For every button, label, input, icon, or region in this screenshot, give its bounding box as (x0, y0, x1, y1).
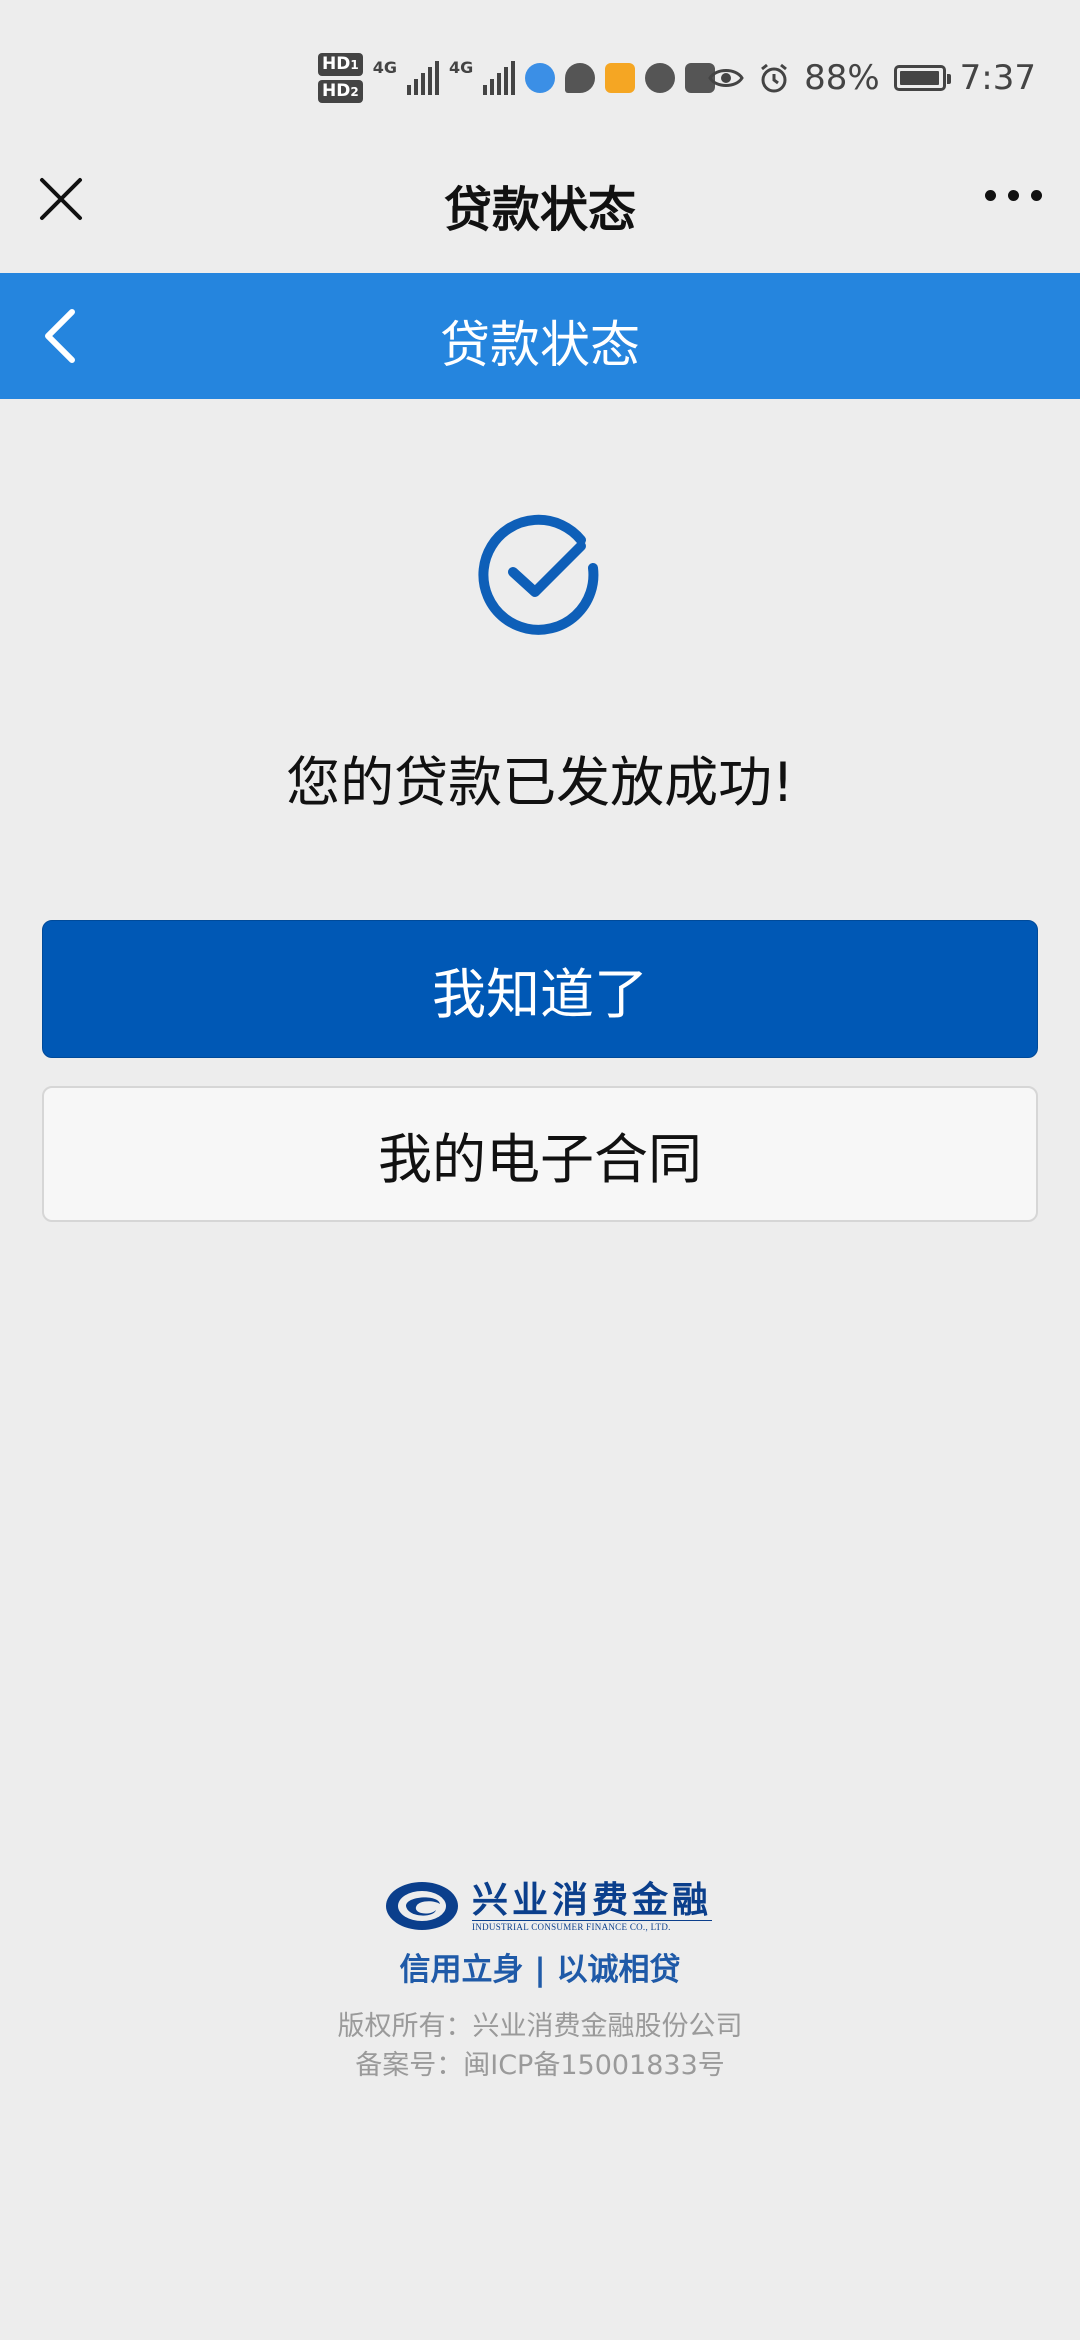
header-title: 贷款状态 (440, 316, 640, 374)
copyright-text: 版权所有：兴业消费金融股份公司 (337, 2011, 743, 2042)
sim-indicators: HD1 HD2 (318, 53, 363, 103)
status-right: 88% 7:37 (708, 52, 1036, 104)
alarm-icon (761, 63, 787, 93)
status-bar: HD1 HD2 4G 4G 88% 7:37 (0, 0, 1080, 150)
network-type-1: 4G (372, 58, 397, 77)
more-icon (985, 190, 996, 201)
signal-2-icon (483, 61, 516, 95)
chat-notification-icon (565, 63, 596, 93)
company-logo: 兴业消费金融 INDUSTRIAL CONSUMER FINANCE CO., … (384, 1876, 713, 1936)
check-circle-icon (478, 514, 599, 635)
success-message: 您的贷款已发放成功! (286, 751, 794, 814)
battery-icon (893, 65, 951, 91)
sim1-badge: HD1 (318, 53, 363, 76)
eye-icon (708, 69, 744, 87)
network-type-2: 4G (448, 58, 474, 77)
electronic-contract-button[interactable]: 我的电子合同 (42, 1086, 1038, 1222)
more-button[interactable] (985, 190, 1042, 201)
icp-record: 备案号：闽ICP备15001833号 (355, 2050, 725, 2081)
app-notification-icon (605, 63, 636, 93)
title-bar: 贷款状态 (0, 150, 1080, 273)
status-left: HD1 HD2 4G 4G (318, 50, 716, 106)
browser-notification-icon (525, 63, 556, 93)
sim2-badge: HD2 (318, 80, 363, 103)
page-title: 贷款状态 (443, 182, 636, 238)
logo-chinese-name: 兴业消费金融 (472, 1879, 713, 1921)
clock: 7:37 (959, 58, 1036, 98)
signal-1-icon (406, 61, 439, 95)
battery-percent: 88% (804, 58, 880, 98)
acknowledge-button[interactable]: 我知道了 (42, 920, 1038, 1058)
company-slogan: 信用立身 | 以诚相贷 (399, 1952, 681, 1988)
logo-english-name: INDUSTRIAL CONSUMER FINANCE CO., LTD. (472, 1920, 713, 1932)
company-logo-icon (386, 1882, 458, 1930)
audio-notification-icon (645, 63, 676, 93)
section-header: 贷款状态 (0, 273, 1080, 399)
